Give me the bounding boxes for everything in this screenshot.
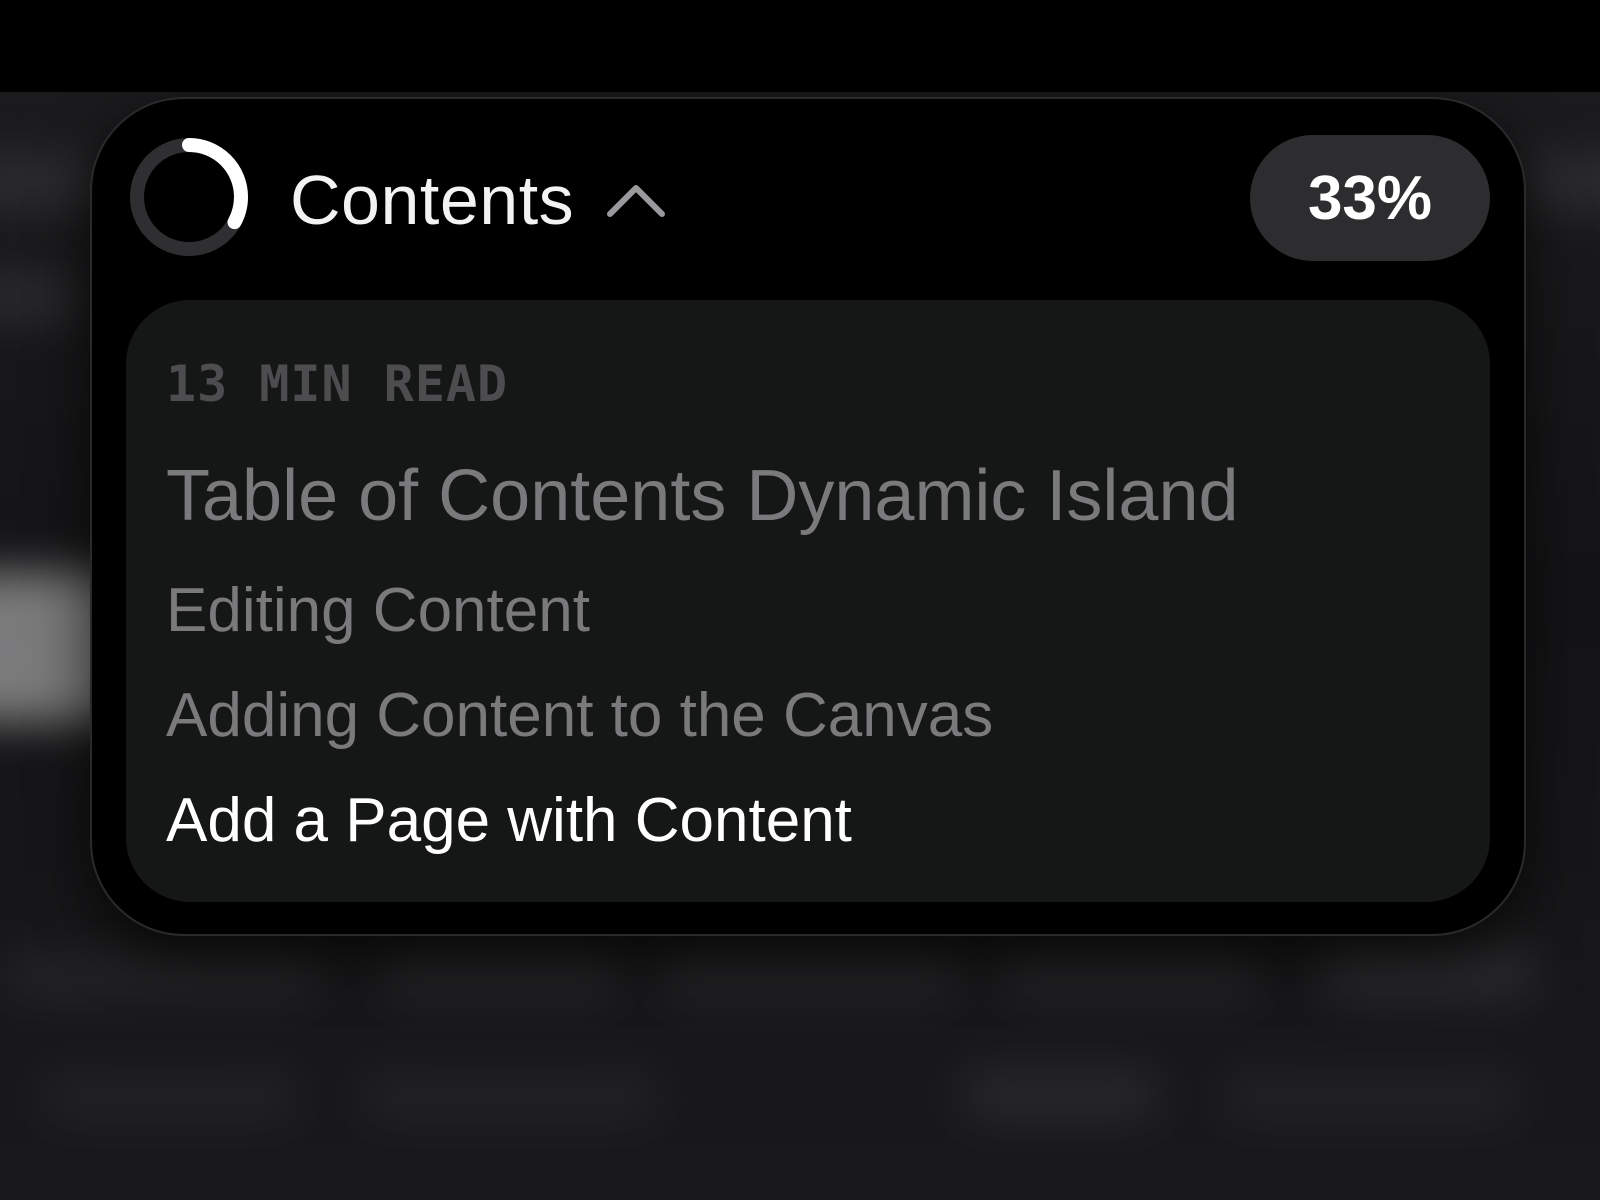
- blur-blob: [660, 952, 960, 1002]
- blur-blob: [1220, 1072, 1520, 1122]
- screen: Contents 33% 13 MIN READ Table of Conten…: [0, 0, 1600, 1200]
- blur-blob: [380, 952, 620, 1002]
- blur-blob: [360, 1072, 660, 1122]
- blur-blob: [0, 152, 100, 212]
- blur-blob: [1520, 152, 1600, 212]
- blur-blob: [1000, 952, 1260, 1002]
- toc-item-table-of-contents[interactable]: Table of Contents Dynamic Island: [166, 455, 1239, 537]
- progress-ring-icon: [130, 138, 248, 256]
- read-time-label: 13 MIN READ: [166, 355, 509, 413]
- blur-blob: [0, 272, 80, 322]
- contents-title: Contents: [290, 161, 575, 239]
- toc-item-adding-content[interactable]: Adding Content to the Canvas: [166, 680, 993, 751]
- toc-item-editing-content[interactable]: Editing Content: [166, 575, 590, 646]
- chevron-up-icon: [607, 185, 666, 217]
- blur-blob: [0, 952, 320, 1002]
- contents-toggle[interactable]: Contents: [290, 150, 668, 250]
- toc-item-add-page-active[interactable]: Add a Page with Content: [166, 785, 852, 856]
- blur-blob: [1320, 942, 1540, 1002]
- blur-blob: [960, 1067, 1160, 1122]
- blur-blob: [40, 1072, 300, 1122]
- progress-percent-badge: 33%: [1250, 135, 1490, 261]
